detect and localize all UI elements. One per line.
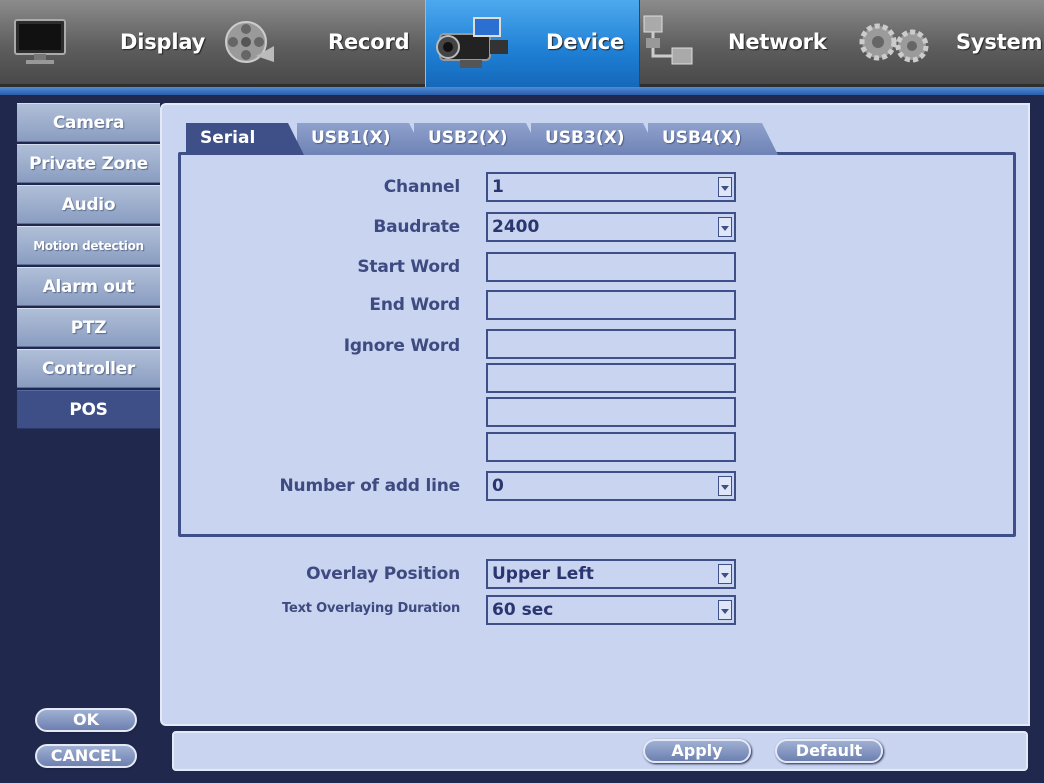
add-line-select[interactable]: 0	[486, 471, 736, 501]
sidebar-item-label: Private Zone	[29, 154, 148, 174]
start-word-label: Start Word	[357, 257, 460, 277]
channel-value: 1	[492, 177, 504, 197]
end-word-label: End Word	[369, 295, 460, 315]
apply-button[interactable]: Apply	[643, 739, 751, 763]
chevron-down-icon	[718, 217, 732, 237]
tab-serial[interactable]: Serial	[186, 123, 304, 155]
sidebar-item-label: Motion detection	[33, 239, 144, 253]
channel-select[interactable]: 1	[486, 172, 736, 202]
add-line-value: 0	[492, 476, 504, 496]
network-icon	[642, 14, 694, 74]
overlay-position-value: Upper Left	[492, 564, 594, 584]
overlay-duration-select[interactable]: 60 sec	[486, 595, 736, 625]
ok-button[interactable]: OK	[35, 708, 137, 732]
topnav-display-label: Display	[120, 30, 206, 54]
ignore-word-input-2[interactable]	[486, 363, 736, 393]
start-word-input[interactable]	[486, 252, 736, 282]
sidebar-item-pos[interactable]: POS	[17, 390, 177, 429]
topnav-device[interactable]: Device	[425, 0, 640, 87]
action-bar	[172, 731, 1028, 771]
tab-usb2[interactable]: USB2(X)	[414, 123, 542, 155]
end-word-input[interactable]	[486, 290, 736, 320]
chevron-down-icon	[718, 476, 732, 496]
sidebar-item-camera[interactable]: Camera	[17, 103, 160, 142]
baudrate-value: 2400	[492, 217, 540, 237]
overlay-duration-label: Text Overlaying Duration	[282, 601, 460, 616]
sidebar-item-label: Audio	[61, 195, 116, 215]
camcorder-icon	[430, 12, 514, 78]
baudrate-select[interactable]: 2400	[486, 212, 736, 242]
sidebar-item-label: POS	[69, 400, 108, 420]
header-divider	[0, 87, 1044, 95]
topnav-system[interactable]: System	[840, 0, 1044, 87]
default-button[interactable]: Default	[775, 739, 883, 763]
topnav-network-label: Network	[728, 30, 827, 54]
ignore-word-input-4[interactable]	[486, 432, 736, 462]
sidebar-item-label: Camera	[52, 113, 125, 133]
overlay-position-select[interactable]: Upper Left	[486, 559, 736, 589]
monitor-icon	[14, 18, 66, 70]
ignore-word-label: Ignore Word	[343, 336, 460, 356]
sidebar-item-label: PTZ	[70, 318, 107, 338]
channel-label: Channel	[383, 177, 460, 197]
add-line-label: Number of add line	[279, 476, 461, 496]
top-navigation-bar: Display Record Device Network System	[0, 0, 1044, 87]
overlay-position-label: Overlay Position	[306, 564, 460, 584]
topnav-record-label: Record	[328, 30, 410, 54]
topnav-display[interactable]: Display	[0, 0, 218, 87]
topnav-network[interactable]: Network	[640, 0, 840, 87]
cancel-button[interactable]: CANCEL	[35, 744, 137, 768]
film-reel-icon	[222, 16, 276, 72]
topnav-record[interactable]: Record	[218, 0, 425, 87]
sidebar-item-controller[interactable]: Controller	[17, 349, 160, 388]
sidebar-item-alarm-out[interactable]: Alarm out	[17, 267, 160, 306]
tab-usb4[interactable]: USB4(X)	[648, 123, 778, 155]
ignore-word-input-3[interactable]	[486, 397, 736, 427]
sidebar-item-label: Alarm out	[42, 277, 135, 297]
tab-usb1[interactable]: USB1(X)	[297, 123, 425, 155]
topnav-device-label: Device	[546, 30, 625, 54]
ignore-word-input-1[interactable]	[486, 329, 736, 359]
baudrate-label: Baudrate	[373, 217, 460, 237]
topnav-system-label: System	[956, 30, 1043, 54]
sidebar-item-motion-detection[interactable]: Motion detection	[17, 226, 160, 265]
chevron-down-icon	[718, 564, 732, 584]
sidebar-item-private-zone[interactable]: Private Zone	[17, 144, 160, 183]
chevron-down-icon	[718, 600, 732, 620]
overlay-duration-value: 60 sec	[492, 600, 554, 620]
gears-icon	[858, 20, 934, 70]
chevron-down-icon	[718, 177, 732, 197]
sidebar-item-label: Controller	[41, 359, 135, 379]
sidebar-item-ptz[interactable]: PTZ	[17, 308, 160, 347]
tab-usb3[interactable]: USB3(X)	[531, 123, 659, 155]
sidebar-item-audio[interactable]: Audio	[17, 185, 160, 224]
